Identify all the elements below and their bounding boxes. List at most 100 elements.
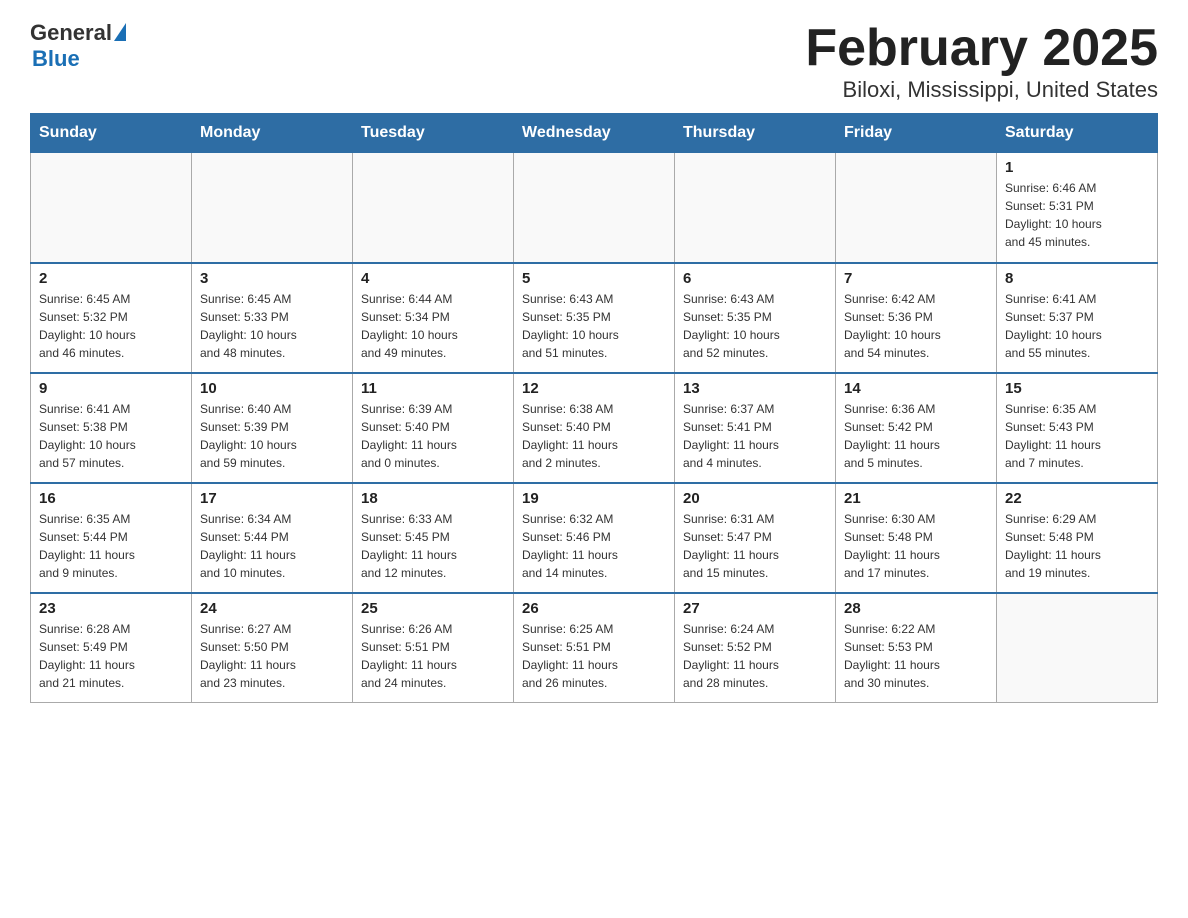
day-info: Sunrise: 6:43 AM Sunset: 5:35 PM Dayligh…	[522, 290, 666, 362]
weekday-header-tuesday: Tuesday	[353, 114, 514, 153]
day-info: Sunrise: 6:26 AM Sunset: 5:51 PM Dayligh…	[361, 620, 505, 692]
calendar-cell	[836, 153, 997, 263]
calendar-cell	[192, 153, 353, 263]
day-info: Sunrise: 6:29 AM Sunset: 5:48 PM Dayligh…	[1005, 510, 1149, 582]
calendar-week-row: 16 Sunrise: 6:35 AM Sunset: 5:44 PM Dayli…	[31, 483, 1158, 593]
day-info: Sunrise: 6:40 AM Sunset: 5:39 PM Dayligh…	[200, 400, 344, 472]
day-number: 7	[844, 270, 988, 287]
day-info: Sunrise: 6:37 AM Sunset: 5:41 PM Dayligh…	[683, 400, 827, 472]
day-info: Sunrise: 6:43 AM Sunset: 5:35 PM Dayligh…	[683, 290, 827, 362]
day-info: Sunrise: 6:25 AM Sunset: 5:51 PM Dayligh…	[522, 620, 666, 692]
calendar-cell: 23 Sunrise: 6:28 AM Sunset: 5:49 PM Dayli…	[31, 593, 192, 703]
day-number: 11	[361, 380, 505, 397]
calendar-cell: 8 Sunrise: 6:41 AM Sunset: 5:37 PM Daylig…	[997, 263, 1158, 373]
day-number: 4	[361, 270, 505, 287]
day-number: 17	[200, 490, 344, 507]
title-block: February 2025 Biloxi, Mississippi, Unite…	[805, 20, 1158, 103]
logo: General Blue	[30, 20, 126, 72]
day-info: Sunrise: 6:38 AM Sunset: 5:40 PM Dayligh…	[522, 400, 666, 472]
calendar-cell: 4Sunrise: 6:44 AM Sunset: 5:34 PM Daylig…	[353, 263, 514, 373]
day-number: 23	[39, 600, 183, 617]
day-info: Sunrise: 6:36 AM Sunset: 5:42 PM Dayligh…	[844, 400, 988, 472]
day-info: Sunrise: 6:45 AM Sunset: 5:32 PM Dayligh…	[39, 290, 183, 362]
calendar-cell: 26 Sunrise: 6:25 AM Sunset: 5:51 PM Dayli…	[514, 593, 675, 703]
calendar-cell: 20 Sunrise: 6:31 AM Sunset: 5:47 PM Dayli…	[675, 483, 836, 593]
day-info: Sunrise: 6:31 AM Sunset: 5:47 PM Dayligh…	[683, 510, 827, 582]
day-info: Sunrise: 6:30 AM Sunset: 5:48 PM Dayligh…	[844, 510, 988, 582]
day-info: Sunrise: 6:42 AM Sunset: 5:36 PM Dayligh…	[844, 290, 988, 362]
day-number: 9	[39, 380, 183, 397]
calendar-cell: 5 Sunrise: 6:43 AM Sunset: 5:35 PM Daylig…	[514, 263, 675, 373]
calendar-cell	[353, 153, 514, 263]
calendar-header-row: SundayMondayTuesdayWednesdayThursdayFrid…	[31, 114, 1158, 153]
day-info: Sunrise: 6:35 AM Sunset: 5:44 PM Dayligh…	[39, 510, 183, 582]
calendar-cell: 14 Sunrise: 6:36 AM Sunset: 5:42 PM Dayli…	[836, 373, 997, 483]
day-number: 20	[683, 490, 827, 507]
calendar-cell: 7 Sunrise: 6:42 AM Sunset: 5:36 PM Daylig…	[836, 263, 997, 373]
day-info: Sunrise: 6:46 AM Sunset: 5:31 PM Dayligh…	[1005, 179, 1149, 251]
calendar-cell: 12 Sunrise: 6:38 AM Sunset: 5:40 PM Dayli…	[514, 373, 675, 483]
calendar-cell	[675, 153, 836, 263]
day-number: 19	[522, 490, 666, 507]
day-number: 1	[1005, 159, 1149, 176]
day-number: 15	[1005, 380, 1149, 397]
calendar-cell: 22 Sunrise: 6:29 AM Sunset: 5:48 PM Dayli…	[997, 483, 1158, 593]
calendar-cell	[997, 593, 1158, 703]
logo-blue-text: Blue	[32, 46, 80, 72]
logo-triangle-icon	[114, 23, 126, 41]
calendar-cell: 13 Sunrise: 6:37 AM Sunset: 5:41 PM Dayli…	[675, 373, 836, 483]
calendar-week-row: 23 Sunrise: 6:28 AM Sunset: 5:49 PM Dayli…	[31, 593, 1158, 703]
calendar-cell: 21 Sunrise: 6:30 AM Sunset: 5:48 PM Dayli…	[836, 483, 997, 593]
day-number: 26	[522, 600, 666, 617]
day-number: 21	[844, 490, 988, 507]
weekday-header-thursday: Thursday	[675, 114, 836, 153]
calendar-week-row: 9 Sunrise: 6:41 AM Sunset: 5:38 PM Daylig…	[31, 373, 1158, 483]
calendar-week-row: 1 Sunrise: 6:46 AM Sunset: 5:31 PM Daylig…	[31, 153, 1158, 263]
calendar-cell: 10 Sunrise: 6:40 AM Sunset: 5:39 PM Dayli…	[192, 373, 353, 483]
day-info: Sunrise: 6:34 AM Sunset: 5:44 PM Dayligh…	[200, 510, 344, 582]
calendar-cell: 17 Sunrise: 6:34 AM Sunset: 5:44 PM Dayli…	[192, 483, 353, 593]
calendar-cell: 2Sunrise: 6:45 AM Sunset: 5:32 PM Daylig…	[31, 263, 192, 373]
calendar-cell	[514, 153, 675, 263]
page-subtitle: Biloxi, Mississippi, United States	[805, 77, 1158, 103]
day-info: Sunrise: 6:35 AM Sunset: 5:43 PM Dayligh…	[1005, 400, 1149, 472]
day-number: 14	[844, 380, 988, 397]
day-info: Sunrise: 6:28 AM Sunset: 5:49 PM Dayligh…	[39, 620, 183, 692]
weekday-header-sunday: Sunday	[31, 114, 192, 153]
calendar-cell: 3Sunrise: 6:45 AM Sunset: 5:33 PM Daylig…	[192, 263, 353, 373]
day-info: Sunrise: 6:27 AM Sunset: 5:50 PM Dayligh…	[200, 620, 344, 692]
calendar-cell: 27Sunrise: 6:24 AM Sunset: 5:52 PM Dayli…	[675, 593, 836, 703]
day-info: Sunrise: 6:24 AM Sunset: 5:52 PM Dayligh…	[683, 620, 827, 692]
day-number: 10	[200, 380, 344, 397]
day-number: 5	[522, 270, 666, 287]
calendar-cell: 16 Sunrise: 6:35 AM Sunset: 5:44 PM Dayli…	[31, 483, 192, 593]
day-number: 12	[522, 380, 666, 397]
page-header: General Blue February 2025 Biloxi, Missi…	[30, 20, 1158, 103]
day-number: 28	[844, 600, 988, 617]
day-number: 8	[1005, 270, 1149, 287]
day-number: 13	[683, 380, 827, 397]
day-info: Sunrise: 6:39 AM Sunset: 5:40 PM Dayligh…	[361, 400, 505, 472]
calendar-cell: 25 Sunrise: 6:26 AM Sunset: 5:51 PM Dayli…	[353, 593, 514, 703]
calendar-cell: 28 Sunrise: 6:22 AM Sunset: 5:53 PM Dayli…	[836, 593, 997, 703]
page-title: February 2025	[805, 20, 1158, 77]
calendar-cell	[31, 153, 192, 263]
day-info: Sunrise: 6:22 AM Sunset: 5:53 PM Dayligh…	[844, 620, 988, 692]
day-info: Sunrise: 6:41 AM Sunset: 5:38 PM Dayligh…	[39, 400, 183, 472]
day-info: Sunrise: 6:41 AM Sunset: 5:37 PM Dayligh…	[1005, 290, 1149, 362]
day-number: 16	[39, 490, 183, 507]
weekday-header-wednesday: Wednesday	[514, 114, 675, 153]
calendar-cell: 15 Sunrise: 6:35 AM Sunset: 5:43 PM Dayli…	[997, 373, 1158, 483]
calendar-cell: 11 Sunrise: 6:39 AM Sunset: 5:40 PM Dayli…	[353, 373, 514, 483]
day-info: Sunrise: 6:33 AM Sunset: 5:45 PM Dayligh…	[361, 510, 505, 582]
day-info: Sunrise: 6:32 AM Sunset: 5:46 PM Dayligh…	[522, 510, 666, 582]
day-number: 18	[361, 490, 505, 507]
day-info: Sunrise: 6:45 AM Sunset: 5:33 PM Dayligh…	[200, 290, 344, 362]
calendar-cell: 6Sunrise: 6:43 AM Sunset: 5:35 PM Daylig…	[675, 263, 836, 373]
calendar-cell: 9 Sunrise: 6:41 AM Sunset: 5:38 PM Daylig…	[31, 373, 192, 483]
calendar-table: SundayMondayTuesdayWednesdayThursdayFrid…	[30, 113, 1158, 703]
day-number: 24	[200, 600, 344, 617]
day-number: 25	[361, 600, 505, 617]
calendar-cell: 24 Sunrise: 6:27 AM Sunset: 5:50 PM Dayli…	[192, 593, 353, 703]
day-number: 22	[1005, 490, 1149, 507]
